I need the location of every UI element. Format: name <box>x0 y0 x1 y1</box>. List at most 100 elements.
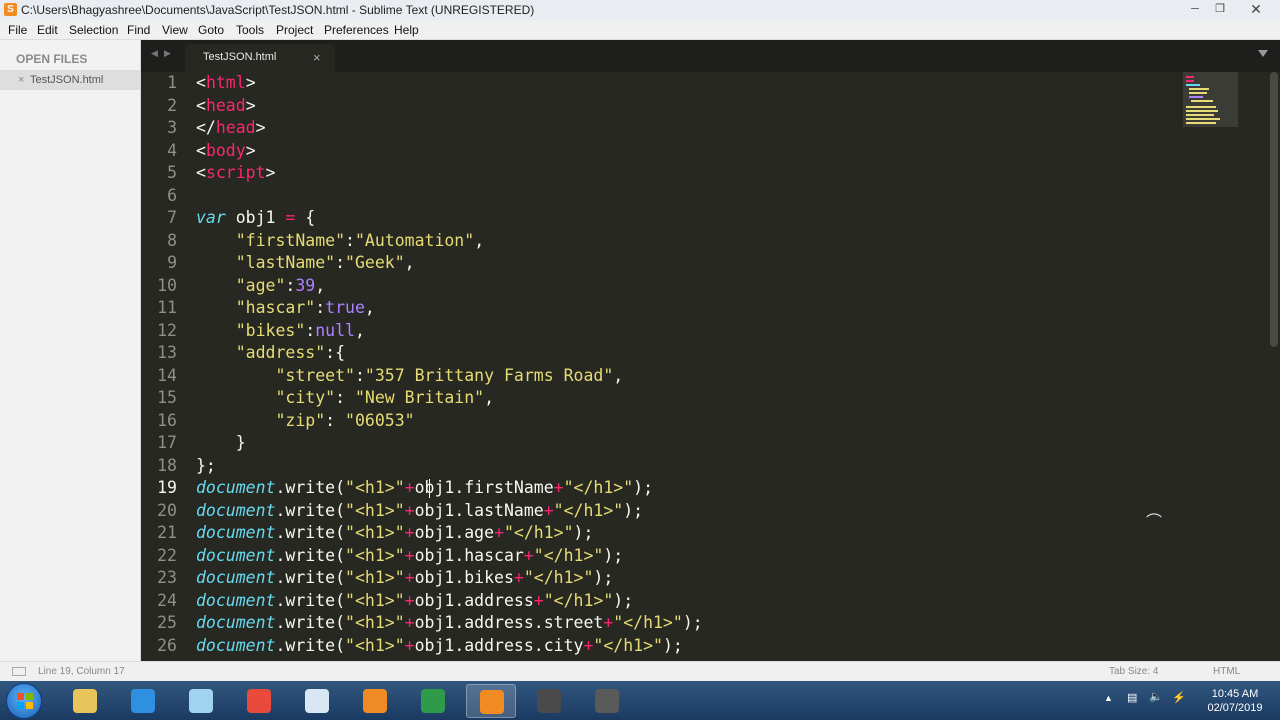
menu-help[interactable]: Help <box>394 20 419 40</box>
status-bar: Line 19, Column 17 Tab Size: 4 HTML <box>0 661 1280 681</box>
close-file-icon[interactable]: × <box>18 70 24 90</box>
code-line[interactable]: }; <box>196 455 216 478</box>
notepad-icon <box>189 689 213 713</box>
code-line[interactable]: <html> <box>196 72 256 95</box>
cursor-position: Line 19, Column 17 <box>38 666 125 677</box>
line-number: 16 <box>157 410 177 430</box>
menu-edit[interactable]: Edit <box>37 20 58 40</box>
code-line[interactable]: "hascar":true, <box>196 297 375 320</box>
code-line[interactable]: document.write("<h1>"+obj1.firstName+"</… <box>196 477 653 500</box>
line-number: 11 <box>157 298 177 317</box>
code-line[interactable]: document.write("<h1>"+obj1.address.stree… <box>196 612 703 635</box>
taskbar-internet-explorer-button[interactable] <box>118 684 168 718</box>
code-line[interactable]: document.write("<h1>"+obj1.bikes+"</h1>"… <box>196 567 613 590</box>
minimap[interactable] <box>1183 72 1238 132</box>
windows-logo-icon <box>17 693 33 709</box>
taskbar-sublime-text-button[interactable] <box>466 684 516 718</box>
taskbar-tool-button[interactable] <box>582 684 632 718</box>
code-line[interactable]: "firstName":"Automation", <box>196 230 484 253</box>
taskbar-explorer-button[interactable] <box>60 684 110 718</box>
minimize-icon[interactable]: ─ <box>1182 1 1208 17</box>
show-hidden-icons-icon[interactable]: ▲ <box>1104 693 1113 703</box>
line-number: 24 <box>157 590 177 610</box>
tab-prev-icon[interactable]: ◀ <box>151 48 158 59</box>
chrome-icon <box>247 689 271 713</box>
code-line[interactable]: document.write("<h1>"+obj1.lastName+"</h… <box>196 500 643 523</box>
code-line[interactable]: <script> <box>196 162 275 185</box>
code-line[interactable]: } <box>196 432 246 455</box>
code-line[interactable]: </head> <box>196 117 266 140</box>
panel-toggle-icon[interactable] <box>12 667 26 676</box>
tab-dropdown-icon[interactable] <box>1258 50 1268 57</box>
code-line[interactable]: "zip": "06053" <box>196 410 414 433</box>
title-bar: S C:\Users\Bhagyashree\Documents\JavaScr… <box>0 0 1280 20</box>
code-line[interactable]: "city": "New Britain", <box>196 387 494 410</box>
taskbar-firefox-button[interactable] <box>350 684 400 718</box>
maximize-icon[interactable]: ❐ <box>1208 1 1232 17</box>
line-number: 12 <box>157 320 177 340</box>
tab-size[interactable]: Tab Size: 4 <box>1109 662 1158 681</box>
close-icon[interactable]: ✕ <box>1234 1 1278 17</box>
code-line[interactable]: document.write("<h1>"+obj1.address+"</h1… <box>196 590 633 613</box>
code-line[interactable]: document.write("<h1>"+obj1.hascar+"</h1>… <box>196 545 623 568</box>
volume-icon[interactable]: 🔈 <box>1149 690 1163 703</box>
taskbar-chrome-button[interactable] <box>234 684 284 718</box>
syntax-mode[interactable]: HTML <box>1213 662 1240 681</box>
line-number: 4 <box>167 140 177 160</box>
open-file-item[interactable]: × TestJSON.html <box>0 70 140 90</box>
vertical-scrollbar[interactable] <box>1270 72 1278 347</box>
open-files-header: OPEN FILES <box>16 52 88 66</box>
code-line[interactable]: <body> <box>196 140 256 163</box>
taskbar-terminal-button[interactable] <box>524 684 574 718</box>
line-number: 18 <box>157 455 177 475</box>
mouse-cursor-icon: ⌒ <box>1146 512 1163 531</box>
menu-project[interactable]: Project <box>276 20 313 40</box>
tab-testjson[interactable]: TestJSON.html × <box>185 44 335 72</box>
code-line[interactable]: <head> <box>196 95 256 118</box>
code-line[interactable]: var obj1 = { <box>196 207 315 230</box>
sidebar: OPEN FILES × TestJSON.html <box>0 40 141 661</box>
code-line[interactable]: "bikes":null, <box>196 320 365 343</box>
clock-time: 10:45 AM <box>1211 688 1259 700</box>
line-number: 22 <box>157 545 177 565</box>
line-number: 5 <box>167 163 177 182</box>
menu-file[interactable]: File <box>8 20 27 40</box>
menu-goto[interactable]: Goto <box>198 20 224 40</box>
line-number: 7 <box>167 208 177 227</box>
firefox-icon <box>363 689 387 713</box>
line-number: 19 <box>157 478 177 497</box>
paint-icon <box>305 689 329 713</box>
clock-date: 02/07/2019 <box>1207 702 1263 714</box>
code-line[interactable]: document.write("<h1>"+obj1.age+"</h1>"); <box>196 522 593 545</box>
code-line[interactable]: document.write("<h1>"+obj1.address.city+… <box>196 635 683 658</box>
line-number: 13 <box>157 343 177 362</box>
menu-tools[interactable]: Tools <box>236 20 264 40</box>
menu-find[interactable]: Find <box>127 20 150 40</box>
line-number: 1 <box>167 73 177 92</box>
terminal-icon <box>537 689 561 713</box>
start-button[interactable] <box>6 683 42 719</box>
taskbar-notepad-button[interactable] <box>176 684 226 718</box>
menu-preferences[interactable]: Preferences <box>324 20 389 40</box>
explorer-icon <box>73 689 97 713</box>
code-line[interactable]: "address":{ <box>196 342 345 365</box>
taskbar-excel-button[interactable] <box>408 684 458 718</box>
network-icon[interactable]: ▤ <box>1127 691 1137 704</box>
tab-next-icon[interactable]: ▶ <box>164 48 171 59</box>
clock[interactable]: 10:45 AM 02/07/2019 <box>1205 687 1265 715</box>
code-editor[interactable]: 1 2 3 4 5 6 7 8 9 10 11 12 13 14 15 16 17 18 19 20 21 22 23 24 2… <box>141 72 1268 661</box>
open-file-name: TestJSON.html <box>30 74 104 86</box>
code-line[interactable]: "age":39, <box>196 275 325 298</box>
taskbar-paint-button[interactable] <box>292 684 342 718</box>
code-line[interactable]: "lastName":"Geek", <box>196 252 415 275</box>
line-number: 2 <box>167 95 177 115</box>
menu-view[interactable]: View <box>162 20 188 40</box>
power-icon[interactable]: ⚡ <box>1172 691 1186 704</box>
menu-selection[interactable]: Selection <box>69 20 118 40</box>
code-line[interactable]: "street":"357 Brittany Farms Road", <box>196 365 623 388</box>
system-tray: ▲ ▤ 🔈 ⚡ 10:45 AM 02/07/2019 <box>1100 681 1280 720</box>
tab-label: TestJSON.html <box>203 51 277 63</box>
line-number: 10 <box>157 275 177 295</box>
window-title: C:\Users\Bhagyashree\Documents\JavaScrip… <box>21 3 535 17</box>
tab-close-icon[interactable]: × <box>313 50 321 65</box>
